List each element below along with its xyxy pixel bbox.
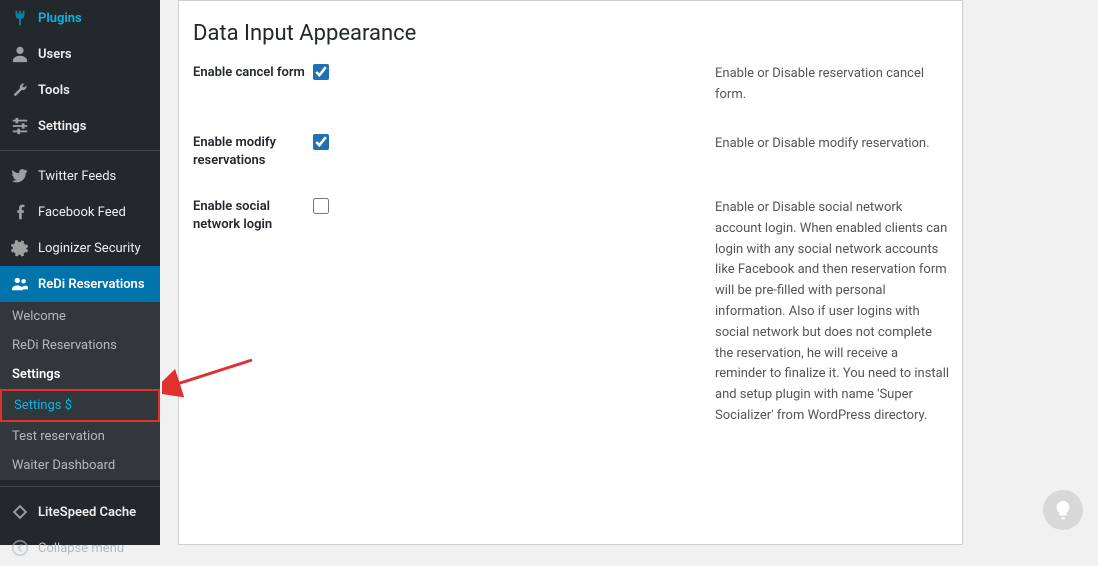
submenu-redi[interactable]: ReDi Reservations xyxy=(0,331,160,360)
collapse-label: Collapse menu xyxy=(38,541,124,556)
checkbox-modify-reservations[interactable] xyxy=(313,134,329,150)
group-icon xyxy=(10,274,30,294)
user-icon xyxy=(10,44,30,64)
sidebar-item-tools[interactable]: Tools xyxy=(0,72,160,108)
desc-social-login: Enable or Disable social network account… xyxy=(433,198,952,427)
submenu-test-reservation[interactable]: Test reservation xyxy=(0,422,160,451)
lightbulb-icon xyxy=(1052,499,1074,521)
sidebar-separator xyxy=(0,150,160,158)
sidebar-item-twitter[interactable]: Twitter Feeds xyxy=(0,158,160,194)
collapse-menu[interactable]: Collapse menu xyxy=(0,530,160,566)
help-button[interactable] xyxy=(1043,490,1083,530)
checkbox-social-login[interactable] xyxy=(313,198,329,214)
sidebar-item-litespeed[interactable]: LiteSpeed Cache xyxy=(0,494,160,530)
sidebar-label: Users xyxy=(38,47,72,62)
gear-icon xyxy=(10,238,30,258)
row-social-login: Enable social network login Enable or Di… xyxy=(193,198,962,427)
sidebar-item-loginizer[interactable]: Loginizer Security xyxy=(0,230,160,266)
submenu-welcome[interactable]: Welcome xyxy=(0,302,160,331)
sidebar-item-users[interactable]: Users xyxy=(0,36,160,72)
submenu-waiter-dashboard[interactable]: Waiter Dashboard xyxy=(0,451,160,480)
desc-modify-reservations: Enable or Disable modify reservation. xyxy=(433,134,952,155)
wrench-icon xyxy=(10,80,30,100)
sidebar-item-facebook[interactable]: Facebook Feed xyxy=(0,194,160,230)
checkbox-cancel-form[interactable] xyxy=(313,64,329,80)
sidebar-label: Tools xyxy=(38,83,70,98)
sidebar-label: LiteSpeed Cache xyxy=(38,505,136,520)
desc-cancel-form: Enable or Disable reservation cancel for… xyxy=(433,64,952,106)
sidebar-label: Facebook Feed xyxy=(38,205,126,220)
row-cancel-form: Enable cancel form Enable or Disable res… xyxy=(193,64,962,106)
settings-panel: Data Input Appearance Enable cancel form… xyxy=(178,0,963,545)
label-modify-reservations: Enable modify reservations xyxy=(193,134,313,170)
sidebar-item-redi[interactable]: ReDi Reservations xyxy=(0,266,160,302)
sliders-icon xyxy=(10,116,30,136)
sidebar-submenu: Welcome ReDi Reservations Settings Setti… xyxy=(0,302,160,480)
collapse-icon xyxy=(10,538,30,558)
control-cancel-form xyxy=(313,64,433,84)
sidebar-separator xyxy=(0,486,160,494)
sidebar-item-plugins[interactable]: Plugins xyxy=(0,0,160,36)
label-cancel-form: Enable cancel form xyxy=(193,64,313,82)
sidebar-item-settings[interactable]: Settings xyxy=(0,108,160,144)
sidebar-label: Plugins xyxy=(38,11,82,26)
submenu-settings[interactable]: Settings xyxy=(0,360,160,389)
sidebar-label: ReDi Reservations xyxy=(38,277,145,292)
twitter-icon xyxy=(10,166,30,186)
facebook-icon xyxy=(10,202,30,222)
label-social-login: Enable social network login xyxy=(193,198,313,234)
submenu-settings-dollar[interactable]: Settings $ xyxy=(0,389,160,422)
admin-sidebar: Plugins Users Tools Settings Twitter Fee… xyxy=(0,0,160,545)
control-modify-reservations xyxy=(313,134,433,154)
sidebar-label: Settings xyxy=(38,119,86,134)
diamond-icon xyxy=(10,502,30,522)
plug-icon xyxy=(10,8,30,28)
section-title: Data Input Appearance xyxy=(193,21,962,46)
sidebar-label: Twitter Feeds xyxy=(38,169,116,184)
row-modify-reservations: Enable modify reservations Enable or Dis… xyxy=(193,134,962,170)
sidebar-label: Loginizer Security xyxy=(38,241,141,256)
control-social-login xyxy=(313,198,433,218)
